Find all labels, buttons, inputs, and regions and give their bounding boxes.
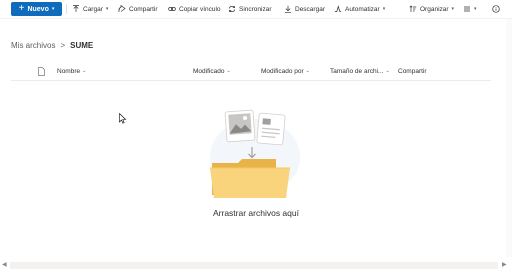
automate-icon	[334, 5, 342, 12]
file-type-column-header[interactable]	[38, 66, 45, 76]
scroll-left-arrow-icon[interactable]: ◀	[2, 261, 7, 268]
column-name[interactable]: Nombre ⌄	[57, 66, 86, 76]
scroll-right-arrow-icon[interactable]: ▶	[502, 261, 507, 268]
chevron-down-icon: ▾	[451, 6, 455, 12]
column-modified-by-label: Modificado por	[261, 67, 304, 75]
column-file-size-label: Tamaño de archi...	[330, 67, 384, 75]
command-bar: + Nuevo ▾ Cargar ▾ Compartir Copiar vínc…	[0, 0, 512, 19]
chevron-down-icon: ⌄	[226, 68, 231, 74]
chevron-down-icon: ▾	[382, 6, 386, 12]
copy-link-label: Copiar vínculo	[179, 5, 221, 13]
toolbar-divider	[66, 4, 67, 14]
column-modified-label: Modificado	[193, 67, 225, 75]
download-button[interactable]: Descargar	[284, 3, 325, 15]
info-button[interactable]	[492, 3, 500, 15]
document-file-icon	[256, 112, 286, 146]
column-header-row: Nombre ⌄ Modificado ⌄ Modificado por ⌄ T…	[11, 62, 491, 81]
empty-state-message: Arrastrar archivos aquí	[213, 208, 299, 218]
sort-button[interactable]: Organizar ▾	[409, 3, 454, 15]
upload-button[interactable]: Cargar ▾	[72, 3, 108, 15]
column-sharing-label: Compartir	[398, 67, 427, 75]
breadcrumb: Mis archivos > SUME	[11, 39, 93, 51]
view-options-icon	[464, 6, 470, 12]
chevron-down-icon: ⌄	[82, 68, 87, 74]
chevron-down-icon: ⌄	[305, 68, 310, 74]
automate-label: Automatizar	[345, 5, 380, 13]
sync-label: Sincronizar	[239, 5, 272, 13]
chevron-down-icon: ⌄	[385, 68, 390, 74]
chevron-down-icon: ▾	[51, 6, 55, 12]
chevron-down-icon: ▾	[474, 6, 477, 12]
breadcrumb-root[interactable]: Mis archivos	[11, 41, 55, 50]
column-file-size[interactable]: Tamaño de archi... ⌄	[330, 66, 390, 76]
upload-label: Cargar	[83, 5, 103, 13]
link-icon	[168, 7, 176, 11]
empty-folder-illustration	[210, 109, 300, 198]
info-icon	[492, 5, 500, 13]
new-button-label: Nuevo	[27, 5, 49, 13]
share-button[interactable]: Compartir	[118, 3, 158, 15]
upload-icon	[73, 5, 79, 12]
plus-icon: +	[18, 3, 25, 14]
new-button[interactable]: + Nuevo ▾	[11, 2, 62, 16]
sort-label: Organizar	[420, 5, 449, 13]
copy-link-button[interactable]: Copiar vínculo	[168, 3, 221, 15]
automate-button[interactable]: Automatizar ▾	[334, 3, 385, 15]
horizontal-scrollbar[interactable]: ◀ ▶	[0, 259, 512, 273]
sync-icon	[228, 5, 236, 13]
sync-button[interactable]: Sincronizar	[228, 3, 272, 15]
horizontal-scroll-thumb[interactable]	[10, 262, 498, 269]
column-sharing[interactable]: Compartir	[398, 66, 427, 76]
vertical-scrollbar[interactable]	[506, 19, 512, 257]
column-name-label: Nombre	[57, 67, 81, 75]
file-type-icon	[38, 66, 45, 76]
chevron-down-icon: ▾	[105, 6, 109, 12]
view-options-button[interactable]: ▾	[463, 3, 477, 15]
mouse-cursor-icon	[119, 113, 127, 124]
share-label: Compartir	[129, 5, 158, 13]
sort-icon	[409, 5, 417, 12]
breadcrumb-separator: >	[60, 40, 66, 50]
column-modified[interactable]: Modificado ⌄	[193, 66, 231, 76]
download-icon	[285, 5, 291, 13]
share-icon	[118, 5, 126, 12]
download-label: Descargar	[295, 5, 325, 13]
column-modified-by[interactable]: Modificado por ⌄	[261, 66, 310, 76]
image-file-icon	[224, 109, 256, 143]
breadcrumb-current: SUME	[70, 40, 94, 50]
